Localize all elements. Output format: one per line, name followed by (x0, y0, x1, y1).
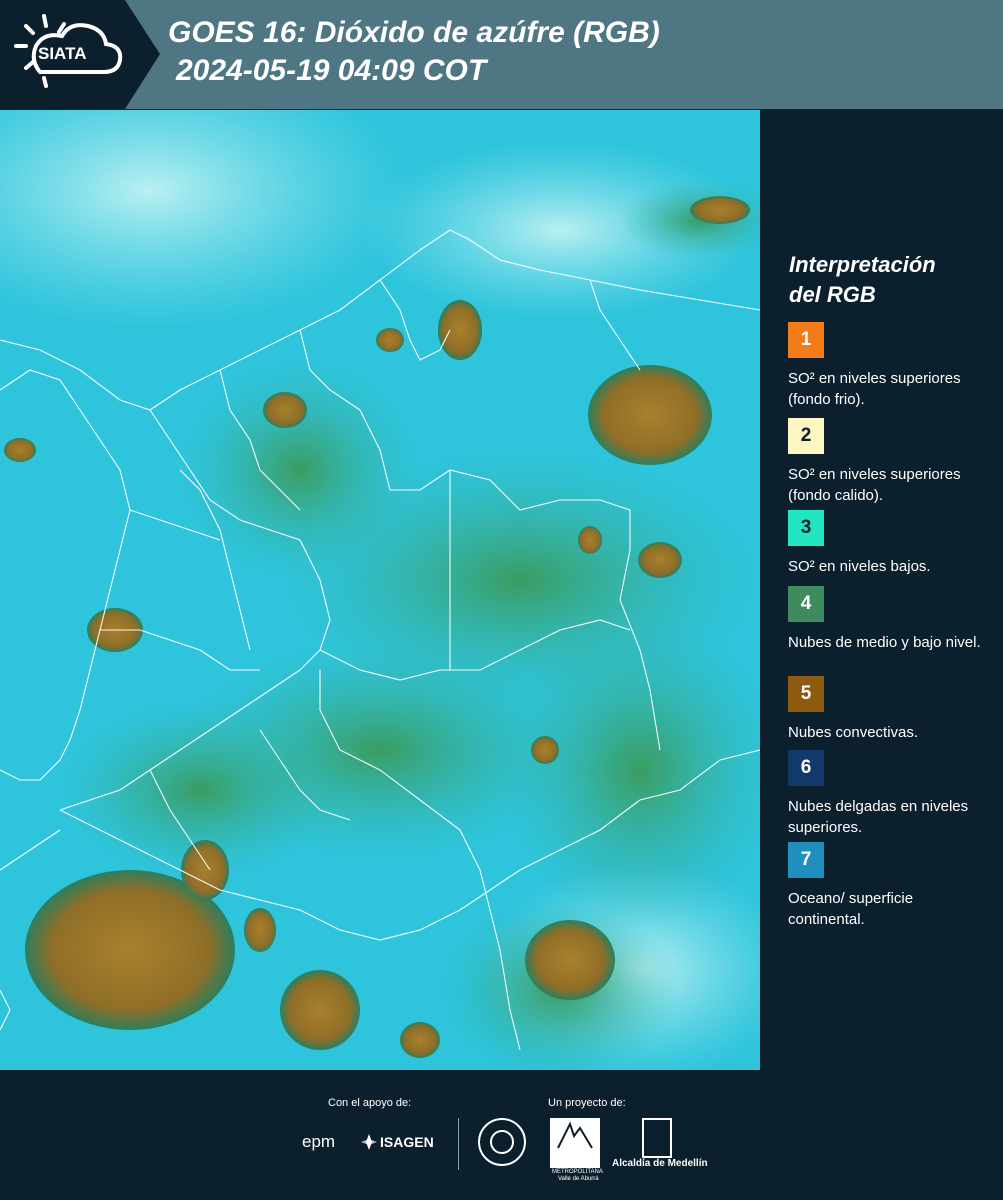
legend-swatch-1: 1 (788, 322, 824, 358)
satellite-map (0, 110, 760, 1070)
legend-text-1: SO² en niveles superiores (fondo frio). (788, 370, 961, 408)
footer-divider (458, 1118, 459, 1170)
alcaldia-label: Alcaldía de Medellín (612, 1158, 708, 1169)
legend-title: Interpretación del RGB (789, 250, 936, 310)
area-metropolitana-mark-icon (557, 1121, 593, 1149)
legend-swatch-4: 4 (788, 586, 824, 622)
legend-swatch-6: 6 (788, 750, 824, 786)
legend-item-5: 5 Nubes convectivas. (788, 676, 993, 743)
legend-text-3: SO² en niveles bajos. (788, 558, 931, 575)
legend-item-4: 4 Nubes de medio y bajo nivel. (788, 586, 993, 653)
legend-swatch-3: 3 (788, 510, 824, 546)
isagen-logo-icon (361, 1134, 377, 1150)
isagen-logo: ISAGEN (380, 1134, 434, 1150)
legend-text-5: Nubes convectivas. (788, 724, 919, 741)
legend-swatch-5: 5 (788, 676, 824, 712)
alcaldia-shield-icon (642, 1118, 672, 1158)
header: SIATA GOES 16: Dióxido de azúfre (RGB) 2… (0, 0, 1003, 109)
metro-sub: Valle de Aburrá (558, 1176, 599, 1182)
medellin-seal-icon (478, 1118, 526, 1166)
satellite-image (0, 110, 760, 1070)
logo-text: SIATA (38, 44, 87, 63)
legend-text-2: SO² en niveles superiores (fondo calido)… (788, 466, 961, 504)
legend-text-6: Nubes delgadas en niveles superiores. (788, 798, 969, 836)
legend-swatch-2: 2 (788, 418, 824, 454)
footer: Con el apoyo de: Un proyecto de: epm ISA… (0, 1070, 1003, 1200)
legend-swatch-7: 7 (788, 842, 824, 878)
title-line-2: 2024-05-19 04:09 COT (176, 54, 487, 87)
project-label: Un proyecto de: (548, 1097, 626, 1109)
legend-item-7: 7 Oceano/ superficie continental. (788, 842, 993, 930)
legend-text-7: Oceano/ superficie continental. (788, 890, 914, 928)
title-line-1: GOES 16: Dióxido de azúfre (RGB) (168, 16, 660, 49)
legend-item-2: 2 SO² en niveles superiores (fondo calid… (788, 418, 993, 506)
legend-title-line-1: Interpretación (789, 252, 936, 277)
seal-inner-ring (490, 1130, 514, 1154)
support-label: Con el apoyo de: (328, 1097, 412, 1109)
page-title: GOES 16: Dióxido de azúfre (RGB) 2024-05… (168, 14, 660, 90)
epm-logo: epm (302, 1132, 336, 1151)
legend-item-3: 3 SO² en niveles bajos. (788, 510, 993, 577)
legend-panel: Interpretación del RGB 1 SO² en niveles … (762, 110, 1003, 1070)
legend-text-4: Nubes de medio y bajo nivel. (788, 634, 981, 651)
metro-label: METROPOLITANA (552, 1169, 603, 1175)
legend-item-1: 1 SO² en niveles superiores (fondo frio)… (788, 322, 993, 410)
legend-item-6: 6 Nubes delgadas en niveles superiores. (788, 750, 993, 838)
area-metropolitana-logo-icon (550, 1118, 600, 1168)
legend-title-line-2: del RGB (789, 282, 876, 307)
